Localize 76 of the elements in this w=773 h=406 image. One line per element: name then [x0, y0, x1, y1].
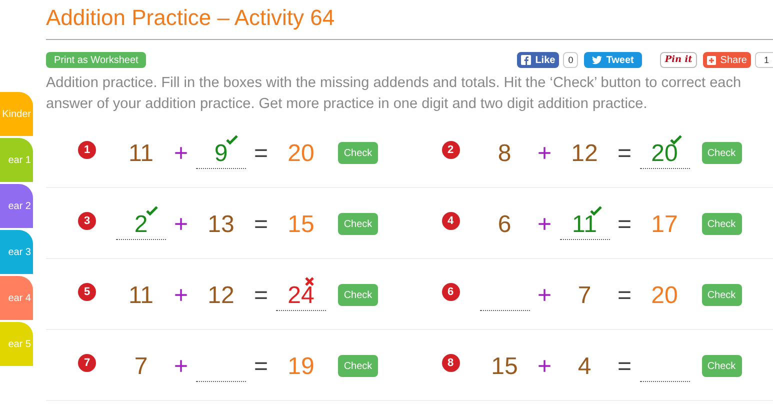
- pin-it-button[interactable]: Pin it: [660, 52, 698, 68]
- number-badge: 8: [442, 354, 460, 372]
- intro-text: Addition practice. Fill in the boxes with the missing addends and totals. Hit the ‘Check’ button to correct each answer of your addition practice. Get more practice in one digit and two digit addition practice.: [46, 74, 742, 114]
- answer-field[interactable]: 20: [640, 139, 690, 169]
- checkmark-icon: [590, 206, 602, 216]
- share-count: 1: [754, 52, 773, 68]
- check-button[interactable]: Check: [702, 213, 742, 235]
- plus-sign: +: [536, 352, 552, 382]
- level-tab[interactable]: ear 4: [0, 276, 33, 320]
- check-button[interactable]: Check: [338, 284, 378, 306]
- share-button[interactable]: Share: [703, 52, 751, 68]
- level-tab[interactable]: ear 2: [0, 184, 33, 228]
- number-badge: 5: [78, 283, 96, 301]
- equals-sign: =: [252, 139, 269, 169]
- number-badge: 1: [78, 141, 96, 159]
- level-tab[interactable]: ear 3: [0, 230, 33, 274]
- answer-field[interactable]: 24: [276, 281, 326, 311]
- equals-sign: =: [616, 352, 632, 382]
- page-title: Addition Practice – Activity 64: [46, 4, 336, 32]
- check-button[interactable]: Check: [702, 355, 742, 377]
- number-badge: 7: [78, 354, 96, 372]
- total-number: 19: [288, 352, 314, 382]
- addend-number: 6: [498, 210, 512, 240]
- plus-sign: +: [536, 139, 552, 169]
- number-badge: 6: [442, 283, 460, 301]
- answer-field[interactable]: 9: [196, 139, 246, 169]
- level-tab[interactable]: ear 1: [0, 138, 33, 182]
- total-number: 20: [651, 281, 678, 311]
- bird-icon: [592, 56, 602, 64]
- addend-number: 12: [571, 139, 598, 169]
- like-button[interactable]: Like: [517, 52, 560, 68]
- answer-field[interactable]: 11: [560, 210, 610, 240]
- addend-number: 11: [128, 281, 154, 311]
- total-number: 17: [651, 210, 678, 240]
- equals-sign: =: [252, 281, 269, 311]
- addend-number: 8: [498, 139, 512, 169]
- equals-sign: =: [616, 281, 632, 311]
- plus-sign: +: [536, 281, 552, 311]
- addend-number: 11: [128, 139, 154, 169]
- equals-sign: =: [252, 210, 269, 240]
- like-count: 0: [563, 52, 578, 68]
- equals-sign: =: [616, 139, 632, 169]
- checkmark-icon: [226, 135, 238, 145]
- print-worksheet-button[interactable]: Print as Worksheet: [46, 52, 146, 68]
- addend-number: 7: [134, 352, 148, 382]
- addend-number: 13: [208, 210, 234, 240]
- total-number: 15: [288, 210, 314, 240]
- addend-number: 12: [208, 281, 234, 311]
- plus-icon: [707, 56, 716, 64]
- equals-sign: =: [616, 210, 632, 240]
- number-badge: 4: [442, 212, 460, 230]
- check-button[interactable]: Check: [702, 142, 742, 164]
- plus-sign: +: [172, 352, 189, 382]
- total-number: 20: [288, 139, 314, 169]
- plus-sign: +: [172, 210, 189, 240]
- addend-number: 4: [578, 352, 592, 382]
- check-button[interactable]: Check: [702, 284, 742, 306]
- checkmark-icon: [670, 135, 682, 145]
- check-button[interactable]: Check: [338, 142, 378, 164]
- check-button[interactable]: Check: [338, 213, 378, 235]
- plus-sign: +: [536, 210, 552, 240]
- equals-sign: =: [252, 352, 269, 382]
- number-badge: 3: [78, 212, 96, 230]
- level-tab[interactable]: ear 5: [0, 322, 33, 366]
- cross-icon: [305, 277, 314, 286]
- addend-number: 7: [578, 281, 592, 311]
- addend-number: 15: [491, 352, 518, 382]
- check-button[interactable]: Check: [338, 355, 378, 377]
- plus-sign: +: [172, 281, 189, 311]
- plus-sign: +: [172, 139, 189, 169]
- tweet-button[interactable]: Tweet: [584, 52, 642, 68]
- answer-field[interactable]: 2: [116, 210, 166, 240]
- checkmark-icon: [146, 206, 158, 216]
- number-badge: 2: [442, 141, 460, 159]
- level-tab[interactable]: Kinder: [0, 92, 33, 136]
- f-logo-icon: [521, 55, 532, 65]
